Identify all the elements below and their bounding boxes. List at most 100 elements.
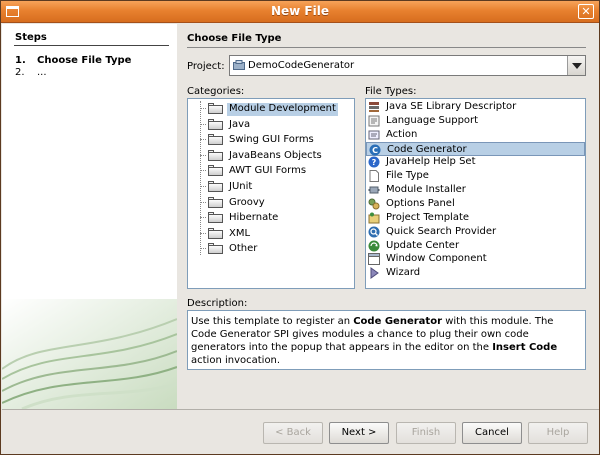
file-type-label: Project Template bbox=[386, 211, 470, 223]
language-icon bbox=[368, 115, 380, 127]
project-combobox[interactable]: DemoCodeGenerator bbox=[229, 55, 586, 76]
file-type-item[interactable]: ? JavaHelp Help Set bbox=[366, 155, 585, 169]
file-type-label: File Type bbox=[386, 170, 429, 182]
code-generator-icon: C bbox=[369, 144, 381, 156]
category-label: Groovy bbox=[229, 196, 265, 208]
categories-label: Categories: bbox=[187, 86, 245, 97]
folder-icon bbox=[208, 134, 223, 146]
description-text: Use this template to register an Code Ge… bbox=[187, 310, 586, 370]
file-type-item[interactable]: File Type bbox=[366, 169, 585, 183]
file-type-item[interactable]: Update Center bbox=[366, 239, 585, 253]
project-icon bbox=[233, 60, 245, 70]
folder-icon bbox=[208, 196, 223, 208]
file-type-label: Language Support bbox=[386, 114, 479, 126]
step-label: Choose File Type bbox=[37, 55, 132, 66]
file-type-item[interactable]: Options Panel bbox=[366, 197, 585, 211]
file-types-list[interactable]: Java SE Library Descriptor Language Suppo… bbox=[365, 98, 586, 289]
decorative-swirl-graphic bbox=[2, 299, 177, 409]
tree-branch-line bbox=[200, 154, 206, 156]
description-bold: Code Generator bbox=[353, 316, 443, 327]
template-icon bbox=[368, 212, 380, 224]
step-number: 1. bbox=[15, 55, 26, 66]
category-item[interactable]: Module Development bbox=[188, 101, 354, 117]
search-icon bbox=[368, 226, 380, 238]
tree-branch-line bbox=[200, 170, 206, 172]
file-type-item[interactable]: Window Component bbox=[366, 252, 585, 266]
tree-branch-line bbox=[200, 108, 206, 109]
category-item[interactable]: AWT GUI Forms bbox=[188, 163, 354, 179]
project-value: DemoCodeGenerator bbox=[248, 60, 355, 71]
file-type-label: Update Center bbox=[386, 239, 460, 251]
file-type-label: Window Component bbox=[386, 253, 487, 265]
category-label: XML bbox=[229, 227, 251, 239]
new-file-dialog: New File ✕ Steps 1. Choose File Type 2...… bbox=[0, 0, 600, 455]
title-bar[interactable]: New File ✕ bbox=[1, 1, 599, 23]
options-icon bbox=[368, 198, 380, 210]
finish-button[interactable]: Finish bbox=[396, 422, 456, 444]
category-item[interactable]: Other bbox=[188, 241, 354, 257]
category-item[interactable]: JUnit bbox=[188, 179, 354, 195]
tree-branch-line bbox=[200, 139, 206, 141]
category-label: JavaBeans Objects bbox=[229, 149, 322, 161]
window-icon bbox=[368, 253, 380, 266]
file-type-item[interactable]: Action bbox=[366, 128, 585, 142]
file-type-item[interactable]: Java SE Library Descriptor bbox=[366, 100, 585, 114]
category-item[interactable]: XML bbox=[188, 226, 354, 242]
file-type-label: JavaHelp Help Set bbox=[386, 156, 476, 168]
description-bold: Insert Code bbox=[492, 342, 558, 353]
category-label: Module Development bbox=[227, 103, 338, 116]
folder-icon bbox=[208, 227, 223, 239]
category-item[interactable]: Swing GUI Forms bbox=[188, 132, 354, 148]
steps-panel: Steps 1. Choose File Type 2.... bbox=[2, 24, 177, 409]
chevron-down-icon[interactable] bbox=[567, 56, 585, 75]
category-label: AWT GUI Forms bbox=[229, 165, 307, 177]
steps-divider bbox=[14, 45, 169, 46]
tree-branch-line bbox=[200, 123, 206, 125]
folder-icon bbox=[208, 181, 223, 192]
wizard-icon bbox=[368, 267, 380, 280]
step-item: 2.... bbox=[15, 67, 47, 78]
file-type-item[interactable]: Quick Search Provider bbox=[366, 225, 585, 239]
category-label: Swing GUI Forms bbox=[229, 134, 314, 146]
project-label: Project: bbox=[187, 61, 225, 72]
file-type-label: Quick Search Provider bbox=[386, 225, 497, 237]
category-item[interactable]: Java bbox=[188, 117, 354, 133]
tree-branch-line bbox=[200, 201, 206, 203]
back-button[interactable]: < Back bbox=[263, 422, 323, 444]
description-label: Description: bbox=[187, 298, 248, 309]
category-item[interactable]: JavaBeans Objects bbox=[188, 148, 354, 164]
file-type-item[interactable]: C Code Generator bbox=[366, 141, 585, 156]
file-type-label: Options Panel bbox=[386, 197, 455, 209]
next-button[interactable]: Next > bbox=[329, 422, 389, 444]
cancel-button[interactable]: Cancel bbox=[462, 422, 522, 444]
folder-icon bbox=[208, 165, 223, 177]
step-label: ... bbox=[37, 67, 47, 78]
folder-icon bbox=[208, 103, 223, 114]
footer-divider bbox=[2, 409, 599, 410]
update-icon bbox=[368, 240, 380, 252]
tree-branch-line bbox=[200, 186, 206, 187]
category-label: JUnit bbox=[229, 181, 253, 192]
close-icon[interactable]: ✕ bbox=[578, 4, 594, 19]
file-type-item[interactable]: Project Template bbox=[366, 211, 585, 225]
folder-icon bbox=[208, 212, 223, 224]
file-types-label: File Types: bbox=[365, 86, 417, 97]
steps-title: Steps bbox=[15, 32, 47, 43]
svg-text:C: C bbox=[372, 146, 378, 155]
categories-tree[interactable]: Module Development Java Swing GUI Forms Jav… bbox=[187, 98, 355, 289]
help-button[interactable]: Help bbox=[528, 422, 588, 444]
step-item: 1. Choose File Type bbox=[15, 55, 131, 66]
file-type-item[interactable]: Wizard bbox=[366, 266, 585, 280]
file-type-item[interactable]: Module Installer bbox=[366, 183, 585, 197]
section-divider bbox=[187, 47, 586, 48]
tree-branch-line bbox=[200, 232, 206, 234]
file-type-label: Action bbox=[386, 128, 418, 140]
description-segment: Use this template to register an bbox=[191, 316, 354, 327]
category-item[interactable]: Hibernate bbox=[188, 210, 354, 226]
file-icon bbox=[368, 170, 380, 183]
library-icon bbox=[368, 101, 380, 113]
tree-branch-line bbox=[200, 217, 206, 219]
category-item[interactable]: Groovy bbox=[188, 195, 354, 211]
file-type-item[interactable]: Language Support bbox=[366, 114, 585, 128]
category-label: Java bbox=[229, 118, 251, 130]
